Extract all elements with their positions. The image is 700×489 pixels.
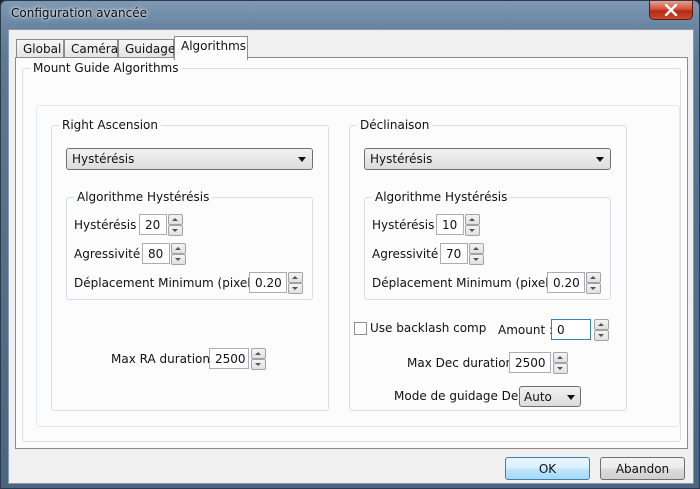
spin-up-icon[interactable] xyxy=(553,352,568,363)
dec-guide-mode-label: Mode de guidage Dec : xyxy=(394,389,533,403)
ra-aggressiveness-label: Agressivité : xyxy=(74,247,149,261)
max-ra-duration-label: Max RA duration : xyxy=(111,352,218,366)
dec-min-move-spinner[interactable] xyxy=(586,272,601,294)
ra-hysteresis-label: Hystérésis : xyxy=(74,218,145,232)
spin-down-icon[interactable] xyxy=(171,254,186,265)
dec-guide-mode-value: Auto xyxy=(524,390,552,404)
use-backlash-comp-checkbox[interactable] xyxy=(354,322,367,335)
spin-up-icon[interactable] xyxy=(586,272,601,283)
tab-camera[interactable]: Caméra xyxy=(64,39,118,59)
spin-down-icon[interactable] xyxy=(553,363,568,374)
max-ra-duration-input[interactable]: 2500 xyxy=(209,348,249,369)
chevron-down-icon xyxy=(596,157,604,162)
dec-min-move-input[interactable]: 0.20 xyxy=(547,272,585,293)
ra-aggressiveness-input[interactable]: 80 xyxy=(142,243,170,264)
max-dec-duration-spinner[interactable] xyxy=(553,352,568,374)
tab-global[interactable]: Global xyxy=(16,39,64,59)
cancel-button[interactable]: Abandon xyxy=(600,457,685,480)
ra-hysteresis-input[interactable]: 20 xyxy=(139,214,167,235)
window-title: Configuration avancée xyxy=(11,6,147,20)
spin-up-icon[interactable] xyxy=(465,214,480,225)
ra-min-move-label: Déplacement Minimum (pixels) : xyxy=(74,276,270,290)
ra-aggressiveness-spinner[interactable] xyxy=(171,243,186,265)
spin-up-icon[interactable] xyxy=(168,214,183,225)
dec-guide-mode-select[interactable]: Auto xyxy=(519,386,581,407)
dec-hysteresis-input[interactable]: 10 xyxy=(436,214,464,235)
ok-button[interactable]: OK xyxy=(505,457,590,480)
dec-hysteresis-group-title: Algorithme Hystérésis xyxy=(372,190,511,204)
ra-hysteresis-spinner[interactable] xyxy=(168,214,183,236)
max-dec-duration-input[interactable]: 2500 xyxy=(509,352,551,373)
spin-up-icon[interactable] xyxy=(288,272,303,283)
dec-algorithm-select[interactable]: Hystérésis xyxy=(364,148,611,170)
spin-down-icon[interactable] xyxy=(469,254,484,265)
dec-min-move-label: Déplacement Minimum (pixels) : xyxy=(372,276,568,290)
spin-up-icon[interactable] xyxy=(594,319,609,330)
spin-down-icon[interactable] xyxy=(594,330,609,341)
mount-guide-algorithms-title: Mount Guide Algorithms xyxy=(30,61,182,75)
ra-min-move-input[interactable]: 0.20 xyxy=(249,272,287,293)
declination-title: Déclinaison xyxy=(357,118,433,132)
title-bar[interactable]: Configuration avancée xyxy=(1,1,699,29)
algorithms-tab-panel: Mount Guide Algorithms Right Ascension H… xyxy=(15,57,688,449)
dec-hysteresis-spinner[interactable] xyxy=(465,214,480,236)
chevron-down-icon xyxy=(567,395,575,400)
dec-aggressiveness-spinner[interactable] xyxy=(469,243,484,265)
ra-hysteresis-group-title: Algorithme Hystérésis xyxy=(74,190,213,204)
ra-algorithm-select[interactable]: Hystérésis xyxy=(66,148,313,170)
max-dec-duration-label: Max Dec duration : xyxy=(407,356,522,370)
use-backlash-comp-label[interactable]: Use backlash comp xyxy=(370,321,486,335)
amount-spinner[interactable] xyxy=(594,319,609,341)
spin-up-icon[interactable] xyxy=(251,348,266,359)
ra-min-move-spinner[interactable] xyxy=(288,272,303,294)
spin-down-icon[interactable] xyxy=(251,359,266,370)
spin-down-icon[interactable] xyxy=(288,283,303,294)
tab-guidage[interactable]: Guidage xyxy=(118,39,175,59)
tab-algorithms[interactable]: Algorithms xyxy=(174,36,248,60)
chevron-down-icon xyxy=(298,157,306,162)
spin-down-icon[interactable] xyxy=(168,225,183,236)
dec-hysteresis-label: Hystérésis : xyxy=(372,218,443,232)
dialog-window: Configuration avancée Global Caméra Guid… xyxy=(0,0,700,489)
close-icon xyxy=(664,4,678,16)
spin-up-icon[interactable] xyxy=(171,243,186,254)
spin-up-icon[interactable] xyxy=(469,243,484,254)
amount-label: Amount : xyxy=(498,323,554,337)
ra-algorithm-value: Hystérésis xyxy=(72,152,135,166)
amount-input[interactable]: 0 xyxy=(551,319,591,340)
close-button[interactable] xyxy=(649,1,693,20)
dec-aggressiveness-label: Agressivité : xyxy=(372,247,447,261)
right-ascension-title: Right Ascension xyxy=(59,118,161,132)
dialog-client-area: Global Caméra Guidage Algorithms Mount G… xyxy=(8,29,694,484)
spin-down-icon[interactable] xyxy=(586,283,601,294)
spin-down-icon[interactable] xyxy=(465,225,480,236)
dec-aggressiveness-input[interactable]: 70 xyxy=(440,243,468,264)
max-ra-duration-spinner[interactable] xyxy=(251,348,266,370)
dec-algorithm-value: Hystérésis xyxy=(370,152,433,166)
